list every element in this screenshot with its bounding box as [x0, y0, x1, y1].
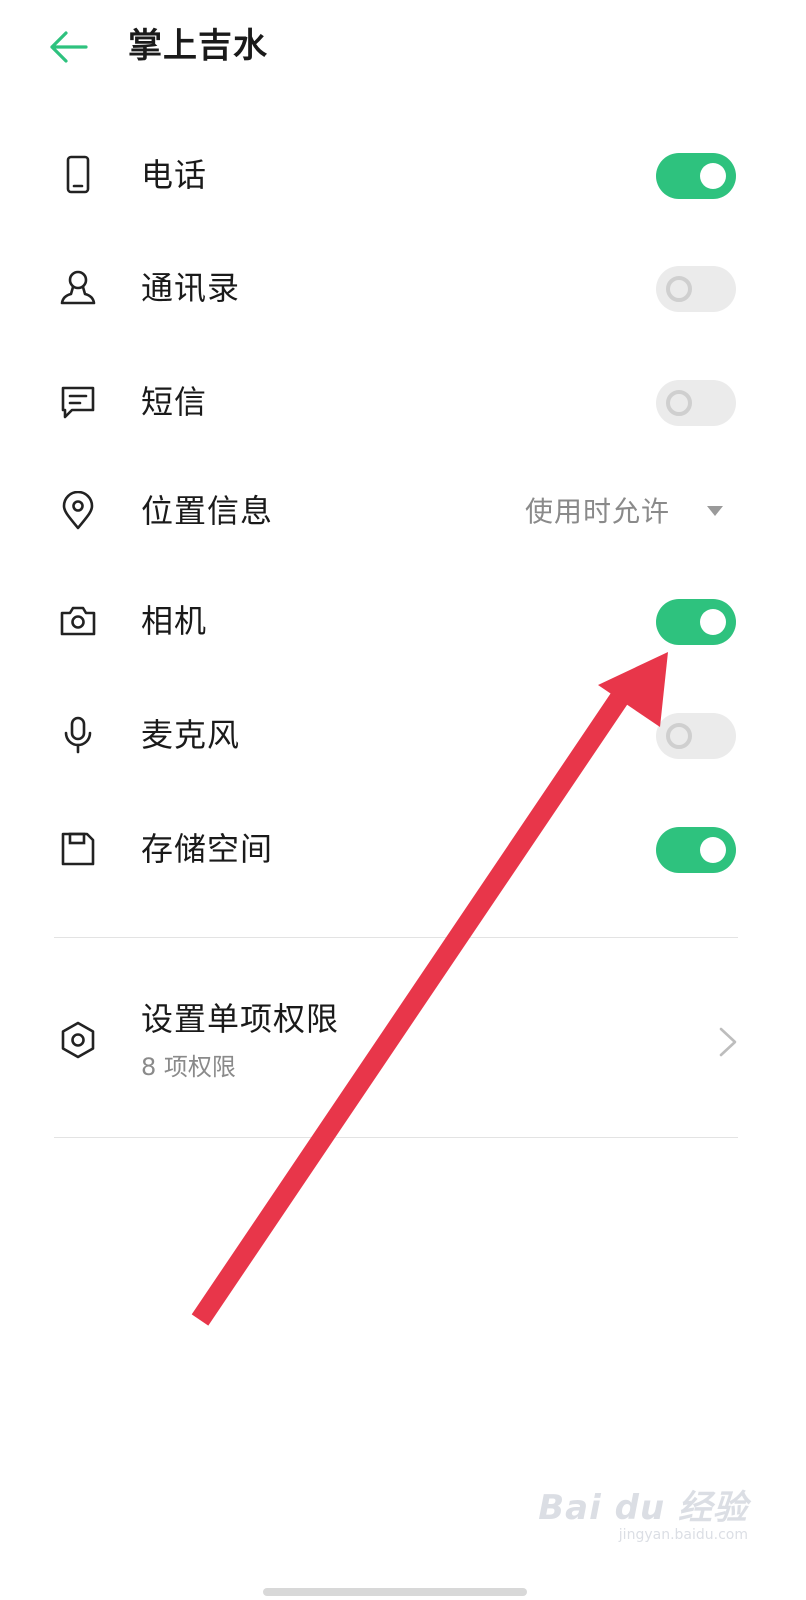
permission-row-sms: 短信	[0, 357, 806, 447]
permission-row-camera: 相机	[0, 576, 806, 666]
single-permissions-title: 设置单项权限	[141, 1000, 340, 1038]
annotation-arrow	[191, 652, 668, 1326]
permission-label: 通讯录	[141, 269, 241, 307]
contacts-icon	[60, 270, 96, 305]
permission-label: 短信	[141, 383, 208, 421]
single-permissions-subtitle: 8 项权限	[141, 1053, 236, 1081]
camera-icon	[60, 606, 96, 636]
contacts-permission-toggle[interactable]	[656, 266, 736, 312]
sms-icon	[61, 386, 95, 419]
microphone-icon	[64, 716, 92, 754]
permission-row-phone: 电话	[0, 130, 806, 220]
permission-row-contacts: 通讯录	[0, 243, 806, 333]
permission-label: 位置信息	[141, 492, 274, 530]
toggle-knob	[700, 837, 726, 863]
divider	[54, 937, 738, 938]
permission-label: 存储空间	[141, 830, 274, 868]
watermark-logo: Bai du 经验 jingyan.baidu.com	[538, 1480, 748, 1543]
location-icon	[62, 491, 94, 530]
permission-label: 麦克风	[141, 716, 241, 754]
header-bar: 掌上吉水	[0, 0, 806, 100]
permission-row-microphone: 麦克风	[0, 690, 806, 780]
permission-label: 电话	[141, 156, 208, 194]
caret-down-icon[interactable]	[707, 506, 723, 516]
chevron-right-icon	[719, 1027, 737, 1057]
home-indicator[interactable]	[263, 1588, 527, 1596]
toggle-knob	[666, 390, 692, 416]
toggle-knob	[700, 609, 726, 635]
phone-icon	[66, 155, 90, 194]
storage-icon	[61, 832, 95, 866]
microphone-permission-toggle[interactable]	[656, 713, 736, 759]
hexagon-settings-icon	[61, 1021, 95, 1059]
toggle-knob	[666, 276, 692, 302]
permission-row-location[interactable]: 位置信息 使用时允许	[0, 466, 806, 556]
storage-permission-toggle[interactable]	[656, 827, 736, 873]
permission-row-storage: 存储空间	[0, 804, 806, 894]
toggle-knob	[666, 723, 692, 749]
page-title: 掌上吉水	[128, 26, 268, 66]
arrow-left-icon	[50, 31, 88, 63]
phone-permission-toggle[interactable]	[656, 153, 736, 199]
back-button[interactable]	[44, 26, 92, 68]
single-permissions-entry[interactable]: 设置单项权限 8 项权限	[0, 990, 806, 1100]
watermark-sub: jingyan.baidu.com	[618, 1527, 748, 1543]
permission-label: 相机	[141, 602, 208, 640]
location-permission-value[interactable]: 使用时允许	[525, 492, 670, 532]
divider	[54, 1137, 738, 1138]
camera-permission-toggle[interactable]	[656, 599, 736, 645]
sms-permission-toggle[interactable]	[656, 380, 736, 426]
toggle-knob	[700, 163, 726, 189]
watermark-main: Bai du 经验	[538, 1488, 748, 1528]
